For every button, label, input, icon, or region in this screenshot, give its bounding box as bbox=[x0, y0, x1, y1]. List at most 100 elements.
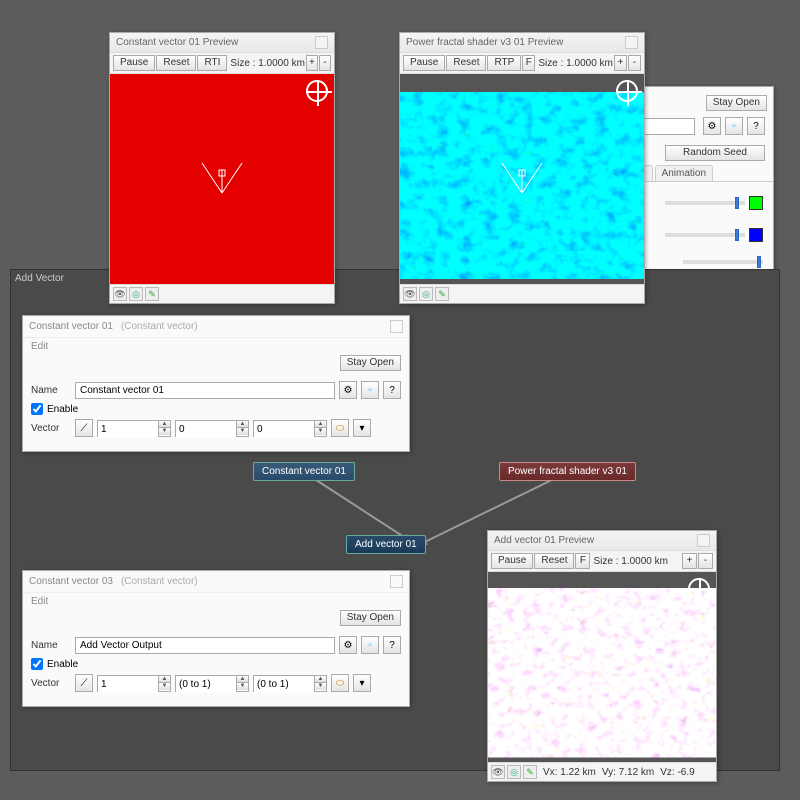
image-icon[interactable]: ▫ bbox=[725, 117, 743, 135]
vector-x-spinner[interactable]: ▲▼ bbox=[97, 420, 171, 437]
gear-icon[interactable]: ⚙ bbox=[703, 117, 721, 135]
edit-label: Edit bbox=[31, 341, 48, 352]
panel-title: Constant vector 03 bbox=[29, 576, 113, 587]
panel-title: Constant vector 01 Preview bbox=[116, 37, 238, 48]
rtp-button[interactable]: RTP bbox=[487, 55, 521, 71]
vector-y-spinner[interactable]: ▲▼ bbox=[175, 675, 249, 692]
stay-open-button[interactable]: Stay Open bbox=[340, 355, 401, 371]
edit-label: Edit bbox=[31, 596, 48, 607]
close-icon[interactable] bbox=[390, 575, 403, 588]
panel-title: Add vector 01 Preview bbox=[494, 535, 594, 546]
terrain-render bbox=[488, 572, 716, 762]
preview-toolbar: Pause Reset RTI Size : 1.0000 km + - bbox=[110, 53, 334, 74]
compass-icon bbox=[306, 80, 328, 102]
status-vx: Vx: 1.22 km bbox=[543, 767, 596, 778]
close-icon[interactable] bbox=[625, 36, 638, 49]
status-vz: Vz: -6.9 bbox=[660, 767, 694, 778]
flag-button[interactable]: F bbox=[575, 553, 590, 569]
vector-z-spinner[interactable]: ▲▼ bbox=[253, 420, 327, 437]
enable-checkbox[interactable] bbox=[31, 403, 43, 415]
vector-label: Vector bbox=[31, 423, 71, 434]
panel-type: (Constant vector) bbox=[121, 576, 198, 587]
reset-button[interactable]: Reset bbox=[446, 55, 486, 71]
stay-open-button[interactable]: Stay Open bbox=[340, 610, 401, 626]
compass-icon bbox=[688, 578, 710, 600]
help-icon[interactable]: ? bbox=[383, 636, 401, 654]
link-icon[interactable]: ⬭ bbox=[331, 419, 349, 437]
param-icon[interactable]: ⟋ bbox=[75, 419, 93, 437]
size-minus-button[interactable]: - bbox=[698, 553, 713, 569]
slider-low-colour[interactable] bbox=[665, 233, 745, 237]
enable-checkbox[interactable] bbox=[31, 658, 43, 670]
close-icon[interactable] bbox=[697, 534, 710, 547]
chevron-down-icon[interactable]: ▾ bbox=[353, 419, 371, 437]
node-add-vector-01[interactable]: Add vector 01 bbox=[346, 535, 426, 554]
name-field[interactable] bbox=[75, 382, 335, 399]
param-icon[interactable]: ⟋ bbox=[75, 674, 93, 692]
tab-animation[interactable]: Animation bbox=[655, 165, 713, 181]
target-icon[interactable]: ◎ bbox=[129, 287, 143, 301]
image-icon[interactable]: ▫ bbox=[361, 636, 379, 654]
size-plus-button[interactable]: + bbox=[614, 55, 627, 71]
preview-panel-add-vector: Add vector 01 Preview Pause Reset F Size… bbox=[487, 530, 717, 782]
colour-swatch-high[interactable] bbox=[749, 196, 763, 210]
target-icon[interactable]: ◎ bbox=[507, 765, 521, 779]
image-icon[interactable]: ▫ bbox=[361, 381, 379, 399]
preview-viewport[interactable] bbox=[110, 74, 334, 284]
target-icon[interactable]: ◎ bbox=[419, 287, 433, 301]
preview-viewport[interactable] bbox=[488, 572, 716, 762]
enable-label: Enable bbox=[47, 404, 78, 415]
brush-icon[interactable]: ✎ bbox=[523, 765, 537, 779]
eye-icon[interactable]: 👁 bbox=[113, 287, 127, 301]
status-vy: Vy: 7.12 km bbox=[602, 767, 654, 778]
close-icon[interactable] bbox=[315, 36, 328, 49]
panel-title: Power fractal shader v3 01 Preview bbox=[406, 37, 563, 48]
pause-button[interactable]: Pause bbox=[113, 55, 155, 71]
preview-footer: 👁 ◎ ✎ Vx: 1.22 km Vy: 7.12 km Vz: -6.9 bbox=[488, 762, 716, 781]
brush-icon[interactable]: ✎ bbox=[145, 287, 159, 301]
preview-render-red bbox=[110, 74, 334, 284]
slider-param-3[interactable] bbox=[683, 260, 763, 264]
gear-icon[interactable]: ⚙ bbox=[339, 636, 357, 654]
chevron-down-icon[interactable]: ▾ bbox=[353, 674, 371, 692]
colour-swatch-low[interactable] bbox=[749, 228, 763, 242]
name-label: Name bbox=[31, 640, 71, 651]
pause-button[interactable]: Pause bbox=[403, 55, 445, 71]
preview-viewport[interactable] bbox=[400, 74, 644, 284]
name-field[interactable] bbox=[75, 637, 335, 654]
size-label: Size : 1.0000 km bbox=[593, 556, 667, 567]
link-icon[interactable]: ⬭ bbox=[331, 674, 349, 692]
eye-icon[interactable]: 👁 bbox=[491, 765, 505, 779]
gear-icon[interactable]: ⚙ bbox=[339, 381, 357, 399]
vector-label: Vector bbox=[31, 678, 71, 689]
size-minus-button[interactable]: - bbox=[319, 55, 331, 71]
slider-high-colour[interactable] bbox=[665, 201, 745, 205]
preview-footer: 👁 ◎ ✎ bbox=[400, 284, 644, 303]
help-icon[interactable]: ? bbox=[383, 381, 401, 399]
vector-z-spinner[interactable]: ▲▼ bbox=[253, 675, 327, 692]
brush-icon[interactable]: ✎ bbox=[435, 287, 449, 301]
size-plus-button[interactable]: + bbox=[306, 55, 318, 71]
panel-type: (Constant vector) bbox=[121, 321, 198, 332]
node-power-fractal-01[interactable]: Power fractal shader v3 01 bbox=[499, 462, 636, 481]
size-plus-button[interactable]: + bbox=[682, 553, 697, 569]
preview-toolbar: Pause Reset RTP F Size : 1.0000 km + - bbox=[400, 53, 644, 74]
vector-x-spinner[interactable]: ▲▼ bbox=[97, 675, 171, 692]
enable-label: Enable bbox=[47, 659, 78, 670]
node-constant-vector-01[interactable]: Constant vector 01 bbox=[253, 462, 355, 481]
rtp-button[interactable]: RTI bbox=[197, 55, 227, 71]
flag-button[interactable]: F bbox=[522, 55, 535, 71]
preview-panel-constant-vector-01: Constant vector 01 Preview Pause Reset R… bbox=[109, 32, 335, 304]
eye-icon[interactable]: 👁 bbox=[403, 287, 417, 301]
reset-button[interactable]: Reset bbox=[534, 553, 574, 569]
pause-button[interactable]: Pause bbox=[491, 553, 533, 569]
close-icon[interactable] bbox=[390, 320, 403, 333]
stay-open-button[interactable]: Stay Open bbox=[706, 95, 767, 111]
size-minus-button[interactable]: - bbox=[628, 55, 641, 71]
help-icon[interactable]: ? bbox=[747, 117, 765, 135]
random-seed-button[interactable]: Random Seed bbox=[665, 145, 765, 161]
compass-icon bbox=[616, 80, 638, 102]
reset-button[interactable]: Reset bbox=[156, 55, 196, 71]
terrain-render bbox=[400, 74, 644, 284]
vector-y-spinner[interactable]: ▲▼ bbox=[175, 420, 249, 437]
